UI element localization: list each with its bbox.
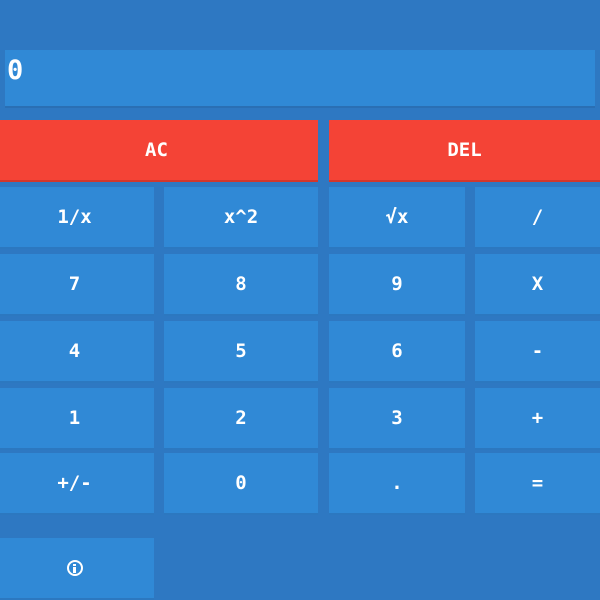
multiply-button[interactable]: X xyxy=(475,254,600,316)
digit-3-button[interactable]: 3 xyxy=(329,388,465,450)
decimal-button[interactable]: . xyxy=(329,453,465,515)
digit-9-button[interactable]: 9 xyxy=(329,254,465,316)
square-root-button[interactable]: √x xyxy=(329,187,465,249)
all-clear-label: AC xyxy=(145,139,168,161)
add-button[interactable]: + xyxy=(475,388,600,450)
subtract-button[interactable]: - xyxy=(475,321,600,383)
square-root-label: √x xyxy=(385,206,409,228)
divide-label: / xyxy=(531,206,544,228)
delete-label: DEL xyxy=(447,139,482,161)
digit-9-label: 9 xyxy=(391,273,403,295)
info-button[interactable] xyxy=(0,538,154,600)
digit-4-button[interactable]: 4 xyxy=(0,321,154,383)
digit-7-label: 7 xyxy=(68,273,81,295)
digit-0-label: 0 xyxy=(235,472,247,494)
equals-label: = xyxy=(531,472,544,494)
add-label: + xyxy=(531,407,544,429)
decimal-label: . xyxy=(391,472,403,494)
multiply-label: X xyxy=(531,273,544,295)
negate-label: +/- xyxy=(57,472,92,494)
info-icon xyxy=(66,560,83,576)
digit-4-label: 4 xyxy=(68,340,81,362)
digit-2-label: 2 xyxy=(235,407,247,429)
display-panel: 0 xyxy=(5,50,595,108)
digit-8-label: 8 xyxy=(235,273,247,295)
digit-8-button[interactable]: 8 xyxy=(164,254,318,316)
digit-3-label: 3 xyxy=(391,407,403,429)
all-clear-button[interactable]: AC xyxy=(0,120,318,182)
reciprocal-button[interactable]: 1/x xyxy=(0,187,154,249)
reciprocal-label: 1/x xyxy=(57,206,92,228)
negate-button[interactable]: +/- xyxy=(0,453,154,515)
digit-2-button[interactable]: 2 xyxy=(164,388,318,450)
square-label: x^2 xyxy=(223,206,259,228)
subtract-label: - xyxy=(531,340,544,362)
digit-0-button[interactable]: 0 xyxy=(164,453,318,515)
divide-button[interactable]: / xyxy=(475,187,600,249)
square-button[interactable]: x^2 xyxy=(164,187,318,249)
equals-button[interactable]: = xyxy=(475,453,600,515)
digit-5-button[interactable]: 5 xyxy=(164,321,318,383)
display-value: 0 xyxy=(7,55,24,86)
digit-7-button[interactable]: 7 xyxy=(0,254,154,316)
digit-1-label: 1 xyxy=(68,407,81,429)
delete-button[interactable]: DEL xyxy=(329,120,600,182)
digit-1-button[interactable]: 1 xyxy=(0,388,154,450)
digit-6-button[interactable]: 6 xyxy=(329,321,465,383)
digit-5-label: 5 xyxy=(235,340,247,362)
digit-6-label: 6 xyxy=(391,340,403,362)
